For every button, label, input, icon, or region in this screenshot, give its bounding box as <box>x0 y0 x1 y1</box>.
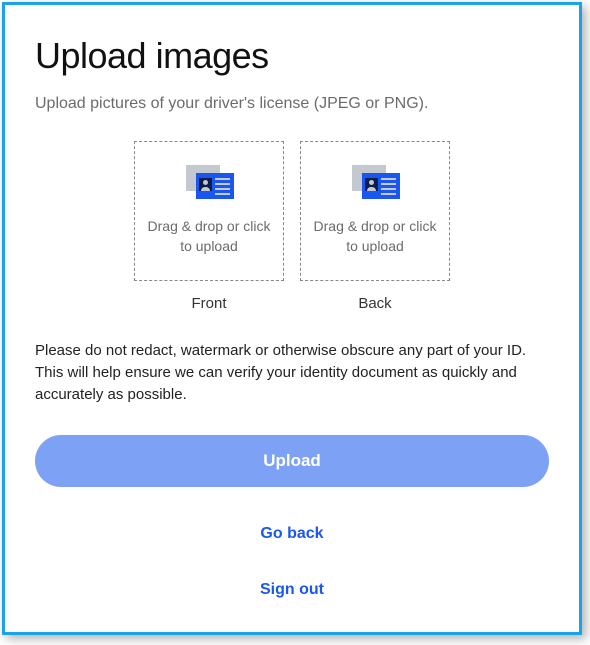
dropzone-back-label: Back <box>358 295 391 312</box>
dropzone-back-wrap: Drag & drop or click to upload Back <box>300 141 450 312</box>
id-card-icon <box>350 165 400 203</box>
upload-button[interactable]: Upload <box>35 435 549 487</box>
dropzone-back[interactable]: Drag & drop or click to upload <box>300 141 450 281</box>
helper-text: Please do not redact, watermark or other… <box>35 340 549 405</box>
go-back-button[interactable]: Go back <box>35 517 549 551</box>
dropzone-back-hint: Drag & drop or click to upload <box>311 217 439 256</box>
upload-images-panel: Upload images Upload pictures of your dr… <box>2 2 582 635</box>
dropzone-front-wrap: Drag & drop or click to upload Front <box>134 141 284 312</box>
dropzone-front[interactable]: Drag & drop or click to upload <box>134 141 284 281</box>
dropzone-front-label: Front <box>191 295 226 312</box>
dropzone-row: Drag & drop or click to upload Front Dra… <box>35 141 549 312</box>
sign-out-button[interactable]: Sign out <box>35 573 549 607</box>
page-subtitle: Upload pictures of your driver's license… <box>35 95 549 113</box>
page-title: Upload images <box>35 35 549 77</box>
id-card-icon <box>184 165 234 203</box>
dropzone-front-hint: Drag & drop or click to upload <box>145 217 273 256</box>
